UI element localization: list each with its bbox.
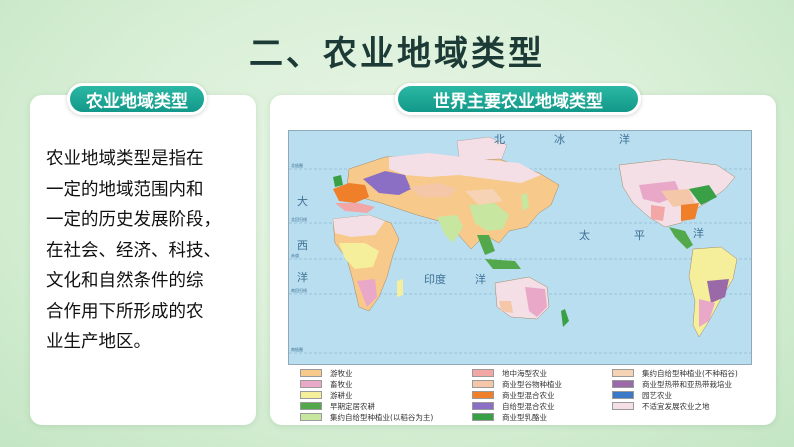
legend-item: 游牧业 bbox=[300, 368, 353, 378]
legend-swatch bbox=[472, 369, 494, 377]
map-legend: 游牧业 畜牧业 游耕业 早期定居农耕 集约自给型种植业(以稻谷为主) 地中海型农… bbox=[300, 368, 760, 422]
lat-label-arctic-circle: 北极圈 bbox=[291, 162, 303, 168]
legend-label: 早期定居农耕 bbox=[330, 401, 375, 411]
legend-item: 畜牧业 bbox=[300, 379, 353, 389]
legend-label: 自给型混合农业 bbox=[502, 401, 555, 411]
legend-swatch bbox=[300, 402, 322, 410]
new-zealand bbox=[561, 309, 569, 327]
legend-item: 商业型谷物种植业 bbox=[472, 379, 562, 389]
madagascar bbox=[397, 279, 403, 297]
legend-swatch bbox=[472, 413, 494, 421]
legend-swatch bbox=[612, 391, 634, 399]
lat-label-tropic-capricorn: 南回归线 bbox=[291, 287, 307, 293]
legend-swatch bbox=[472, 380, 494, 388]
ocean-label-arctic-2: 冰 bbox=[554, 133, 565, 146]
legend-label: 集约自给型种植业(以稻谷为主) bbox=[330, 412, 434, 422]
lat-label-tropic-cancer: 北回归线 bbox=[291, 216, 307, 222]
legend-label: 不适宜发展农业之地 bbox=[642, 401, 710, 411]
definition-text: 农业地域类型是指在 一定的地域范围内和 一定的历史发展阶段， 在社会、经济、科技… bbox=[46, 149, 221, 352]
legend-label: 商业型混合农业 bbox=[502, 390, 555, 400]
ocean-label-atlantic-1: 大 bbox=[297, 194, 308, 208]
california bbox=[651, 205, 665, 221]
ocean-label-pacific-2: 平 bbox=[634, 229, 645, 242]
legend-item: 地中海型农业 bbox=[472, 368, 547, 378]
legend-swatch bbox=[612, 369, 634, 377]
legend-item: 早期定居农耕 bbox=[300, 401, 375, 411]
legend-label: 商业型乳酪业 bbox=[502, 412, 547, 422]
legend-swatch bbox=[612, 380, 634, 388]
legend-item: 集约自给型种植业(不种稻谷) bbox=[612, 368, 738, 378]
legend-swatch bbox=[300, 413, 322, 421]
definition-heading: 农业地域类型 bbox=[67, 83, 207, 115]
west-australia bbox=[499, 301, 513, 313]
legend-swatch bbox=[300, 369, 322, 377]
ocean-label-arctic-3: 洋 bbox=[619, 132, 630, 146]
legend-swatch bbox=[472, 402, 494, 410]
map-heading: 世界主要农业地域类型 bbox=[395, 83, 641, 115]
legend-item: 商业型混合农业 bbox=[472, 390, 555, 400]
map-graphic: 北 冰 洋 大 西 洋 太 平 洋 印度 洋 北极圈 北回归线 赤道 南回归线 … bbox=[289, 132, 751, 354]
legend-item: 游耕业 bbox=[300, 390, 353, 400]
legend-label: 商业型热带和亚热带栽培业 bbox=[642, 379, 732, 389]
ocean-label-arctic-1: 北 bbox=[494, 133, 505, 146]
legend-item: 自给型混合农业 bbox=[472, 401, 555, 411]
mediterranean bbox=[335, 203, 375, 213]
world-agriculture-map: 北 冰 洋 大 西 洋 太 平 洋 印度 洋 北极圈 北回归线 赤道 南回归线 … bbox=[288, 130, 752, 365]
ocean-label-pacific-3: 洋 bbox=[693, 226, 704, 240]
legend-label: 游耕业 bbox=[330, 390, 353, 400]
ocean-label-atlantic-3: 洋 bbox=[297, 270, 308, 284]
legend-item: 园艺农业 bbox=[612, 390, 672, 400]
ocean-label-indian-2: 洋 bbox=[475, 272, 486, 286]
lat-label-equator: 赤道 bbox=[291, 252, 299, 258]
legend-label: 集约自给型种植业(不种稻谷) bbox=[642, 368, 738, 378]
legend-label: 地中海型农业 bbox=[502, 368, 547, 378]
indonesia bbox=[485, 259, 521, 269]
legend-label: 游牧业 bbox=[330, 368, 353, 378]
legend-swatch bbox=[472, 391, 494, 399]
legend-swatch bbox=[300, 391, 322, 399]
ocean-label-atlantic-2: 西 bbox=[297, 239, 308, 252]
legend-label: 商业型谷物种植业 bbox=[502, 379, 562, 389]
ocean-label-pacific-1: 太 bbox=[579, 229, 590, 242]
legend-label: 园艺农业 bbox=[642, 390, 672, 400]
legend-swatch bbox=[612, 402, 634, 410]
legend-label: 畜牧业 bbox=[330, 379, 353, 389]
legend-item: 商业型热带和亚热带栽培业 bbox=[612, 379, 732, 389]
na-corn-belt bbox=[681, 203, 699, 221]
legend-item: 商业型乳酪业 bbox=[472, 412, 547, 422]
lat-label-antarctic-circle: 南极圈 bbox=[291, 346, 303, 352]
legend-item: 不适宜发展农业之地 bbox=[612, 401, 710, 411]
uk bbox=[333, 175, 343, 187]
ocean-label-indian-1: 印度 bbox=[424, 272, 446, 286]
legend-item: 集约自给型种植业(以稻谷为主) bbox=[300, 412, 433, 422]
legend-swatch bbox=[300, 380, 322, 388]
slide-title: 二、农业地域类型 bbox=[249, 34, 545, 74]
central-america bbox=[669, 227, 693, 249]
